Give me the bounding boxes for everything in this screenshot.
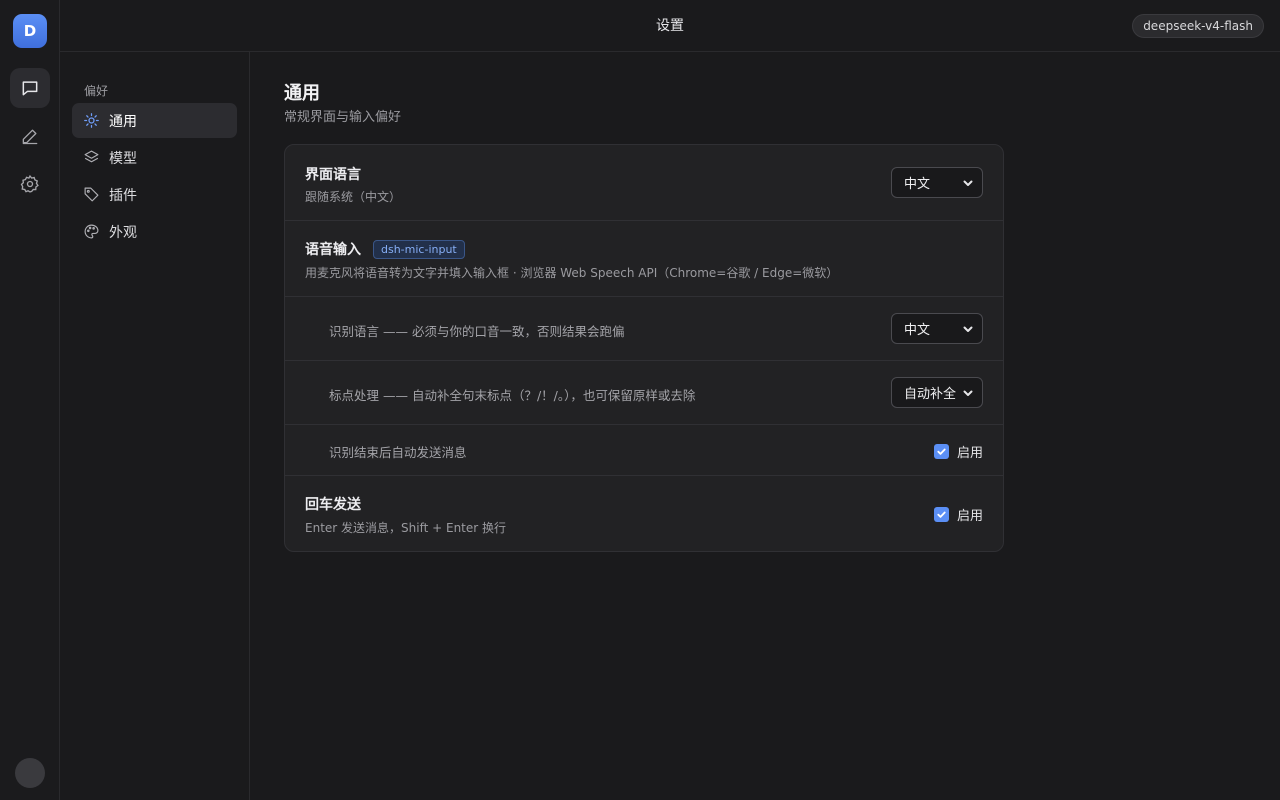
select-value: 中文 xyxy=(904,323,931,338)
setting-row-punctuation: 标点处理 —— 自动补全句末标点（？/！/。），也可保留原样或去除 自动补全 xyxy=(285,361,1003,425)
chevron-down-icon xyxy=(963,326,973,332)
setting-row-recog-language: 识别语言 —— 必须与你的口音一致，否则结果会跑偏 中文 xyxy=(285,297,1003,361)
select-value: 中文 xyxy=(904,177,931,192)
setting-row-ui-language: 界面语言 跟随系统（中文） 中文 xyxy=(285,145,1003,221)
rail-settings-button[interactable] xyxy=(10,164,50,204)
chevron-down-icon xyxy=(963,180,973,186)
nav-item-label: 插件 xyxy=(109,187,137,204)
setting-desc: 跟随系统（中文） xyxy=(305,190,402,204)
checkbox-box[interactable] xyxy=(933,444,949,459)
nav-group-label: 偏好 xyxy=(84,84,109,98)
page-title: 设置 xyxy=(656,18,684,34)
setting-title: 界面语言 xyxy=(305,167,361,183)
setting-title-text: 语音输入 xyxy=(305,242,361,258)
nav-item-general[interactable]: 通用 xyxy=(72,103,237,138)
tag-icon xyxy=(84,187,99,202)
auto-send-checkbox[interactable]: 启用 xyxy=(933,442,983,461)
setting-desc: Enter 发送消息，Shift + Enter 换行 xyxy=(305,521,507,535)
setting-title: 回车发送 xyxy=(305,497,361,513)
nav-item-models[interactable]: 模型 xyxy=(72,140,237,175)
setting-row-enter-send: 回车发送 Enter 发送消息，Shift + Enter 换行 启用 xyxy=(285,476,1003,551)
chat-icon xyxy=(22,81,38,96)
pen-icon xyxy=(22,129,38,145)
setting-sub-label: 识别结束后自动发送消息 xyxy=(329,445,467,460)
nav-item-plugins[interactable]: 插件 xyxy=(72,177,237,212)
checkbox-label: 启用 xyxy=(956,509,983,524)
gear-icon xyxy=(20,174,39,193)
settings-nav: 偏好 通用 模型 插件 外观 xyxy=(60,52,250,800)
settings-card: 界面语言 跟随系统（中文） 中文 语音输入 dsh-mic-input 用麦克风… xyxy=(284,144,1004,552)
section-subtitle: 常规界面与输入偏好 xyxy=(284,110,402,125)
app-rail: D xyxy=(0,0,60,800)
setting-sub-label: 标点处理 —— 自动补全句末标点（？/！/。），也可保留原样或去除 xyxy=(329,388,696,403)
enter-send-checkbox[interactable]: 启用 xyxy=(933,505,983,524)
setting-row-voice-input: 语音输入 dsh-mic-input 用麦克风将语音转为文字并填入输入框 · 浏… xyxy=(285,221,1003,297)
check-icon xyxy=(937,448,946,455)
setting-row-auto-send: 识别结束后自动发送消息 启用 xyxy=(285,425,1003,476)
nav-item-label: 外观 xyxy=(109,224,137,241)
setting-title: 语音输入 dsh-mic-input xyxy=(305,239,465,259)
nav-item-label: 模型 xyxy=(109,150,137,167)
ui-language-select[interactable]: 中文 xyxy=(891,167,983,198)
sun-icon xyxy=(84,113,99,128)
top-bar: 设置 deepseek-v4-flash xyxy=(60,0,1280,52)
app-logo[interactable]: D xyxy=(13,14,47,48)
checkbox-box[interactable] xyxy=(933,507,949,522)
select-value: 自动补全 xyxy=(904,387,957,402)
setting-sub-label: 识别语言 —— 必须与你的口音一致，否则结果会跑偏 xyxy=(329,324,625,339)
chevron-down-icon xyxy=(963,390,973,396)
recog-language-select[interactable]: 中文 xyxy=(891,313,983,344)
nav-item-appearance[interactable]: 外观 xyxy=(72,214,237,249)
rail-pen-button[interactable] xyxy=(10,116,50,156)
plugin-tag-badge: dsh-mic-input xyxy=(373,239,465,259)
punctuation-select[interactable]: 自动补全 xyxy=(891,377,983,408)
model-selector-chip[interactable]: deepseek-v4-flash xyxy=(1132,14,1264,38)
section-title: 通用 xyxy=(284,83,320,104)
check-icon xyxy=(937,511,946,518)
avatar[interactable] xyxy=(15,758,45,788)
rail-chat-button[interactable] xyxy=(10,68,50,108)
checkbox-label: 启用 xyxy=(956,446,983,461)
nav-item-label: 通用 xyxy=(109,113,137,130)
layers-icon xyxy=(84,150,99,163)
setting-desc: 用麦克风将语音转为文字并填入输入框 · 浏览器 Web Speech API（C… xyxy=(305,266,839,280)
palette-icon xyxy=(84,224,99,239)
